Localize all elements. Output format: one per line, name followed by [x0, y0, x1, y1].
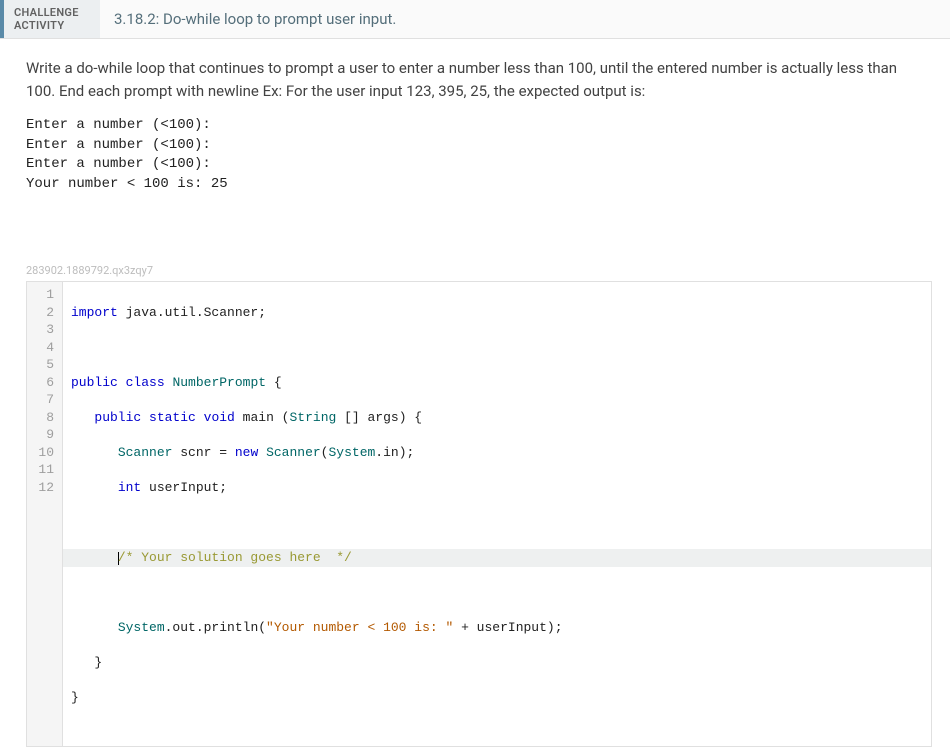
- challenge-badge: CHALLENGE ACTIVITY: [0, 0, 100, 38]
- line-number: 11: [31, 461, 54, 479]
- challenge-badge-line1: CHALLENGE: [14, 6, 90, 19]
- code-keyword: class: [126, 375, 165, 390]
- code-text: scnr =: [172, 445, 234, 460]
- line-number: 1: [31, 286, 54, 304]
- challenge-header: CHALLENGE ACTIVITY 3.18.2: Do-while loop…: [0, 0, 950, 39]
- line-number: 3: [31, 321, 54, 339]
- code-comment: /* Your solution goes here */: [118, 550, 352, 565]
- code-text: [71, 410, 94, 425]
- watermark: 283902.1889792.qx3zqy7: [26, 264, 950, 277]
- line-number: 10: [31, 444, 54, 462]
- code-classname: Scanner: [266, 445, 321, 460]
- line-number: 8: [31, 409, 54, 427]
- code-text: + userInput);: [453, 620, 562, 635]
- code-text: [71, 550, 118, 565]
- line-number: 6: [31, 374, 54, 392]
- code-string: "Your number < 100 is: ": [266, 620, 453, 635]
- code-classname: NumberPrompt: [172, 375, 266, 390]
- code-keyword: int: [118, 480, 141, 495]
- line-number: 12: [31, 479, 54, 497]
- code-text: [71, 620, 118, 635]
- code-text: .out.println(: [165, 620, 266, 635]
- code-classname: System: [118, 620, 165, 635]
- code-editor[interactable]: 123456789101112 import java.util.Scanner…: [26, 281, 932, 747]
- line-number: 5: [31, 356, 54, 374]
- content-area: Write a do-while loop that continues to …: [0, 39, 950, 264]
- code-text: [] args) {: [336, 410, 422, 425]
- code-classname: String: [289, 410, 336, 425]
- code-text: {: [266, 375, 282, 390]
- code-text: userInput;: [141, 480, 227, 495]
- code-classname: System: [328, 445, 375, 460]
- line-number: 2: [31, 304, 54, 322]
- challenge-title: 3.18.2: Do-while loop to prompt user inp…: [100, 0, 950, 38]
- line-number: 7: [31, 391, 54, 409]
- prompt-text: Write a do-while loop that continues to …: [26, 57, 924, 102]
- challenge-badge-line2: ACTIVITY: [14, 19, 90, 32]
- code-keyword: public: [94, 410, 141, 425]
- code-text: }: [71, 655, 102, 670]
- code-text: java.util.Scanner;: [118, 305, 266, 320]
- code-keyword: new: [235, 445, 258, 460]
- code-text: }: [71, 690, 79, 705]
- code-keyword: static: [149, 410, 196, 425]
- code-content[interactable]: import java.util.Scanner; public class N…: [63, 282, 931, 746]
- code-text: [258, 445, 266, 460]
- line-number: 9: [31, 426, 54, 444]
- line-number-gutter: 123456789101112: [27, 282, 63, 746]
- code-keyword: void: [204, 410, 235, 425]
- code-keyword: import: [71, 305, 118, 320]
- code-classname: Scanner: [118, 445, 173, 460]
- code-text: .in);: [375, 445, 414, 460]
- code-text: [71, 480, 118, 495]
- expected-output: Enter a number (<100): Enter a number (<…: [26, 116, 924, 194]
- line-number: 4: [31, 339, 54, 357]
- code-text: [71, 445, 118, 460]
- code-text: main (: [235, 410, 290, 425]
- code-keyword: public: [71, 375, 118, 390]
